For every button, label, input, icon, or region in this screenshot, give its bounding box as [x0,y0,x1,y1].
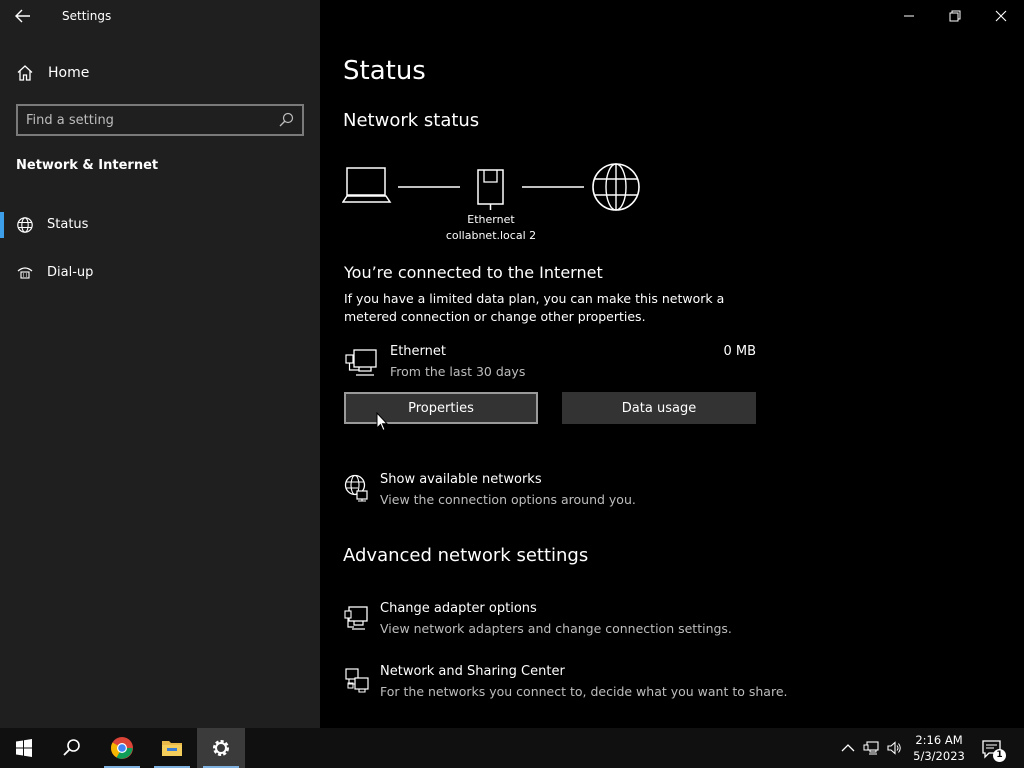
search-icon [63,739,80,756]
link-subtitle: View network adapters and change connect… [380,621,732,636]
page-title: Status [343,56,426,86]
network-tray-button[interactable] [861,728,883,768]
data-usage-button[interactable]: Data usage [562,392,756,424]
connection-name: Ethernet [390,344,446,359]
file-explorer-icon [162,741,182,756]
taskbar: 2:16 AM 5/3/2023 1 [0,728,1024,768]
settings-gear-icon [213,740,229,756]
home-icon [17,65,33,81]
taskbar-search-button[interactable] [48,728,96,768]
windows-start-icon [16,739,32,757]
chevron-up-icon [841,744,855,752]
network-sharing-center-link[interactable]: Network and Sharing Center For the netwo… [344,664,804,708]
home-nav-item[interactable]: Home [0,58,320,88]
ethernet-connection-row: Ethernet From the last 30 days 0 MB [344,342,758,382]
change-adapter-options-link[interactable]: Change adapter options View network adap… [344,601,804,645]
restore-button[interactable] [932,4,978,28]
sidebar-item-label: Dial-up [47,265,94,280]
speaker-icon [887,741,901,755]
close-button[interactable] [978,4,1024,28]
search-box[interactable] [16,104,304,136]
title-bar: Settings [0,0,320,32]
adapter-icon [344,606,368,630]
chrome-icon [111,737,133,759]
selection-indicator [0,212,4,238]
data-usage-value: 0 MB [723,344,756,359]
globe-icon [17,217,33,233]
settings-taskbar-button[interactable] [197,728,245,768]
ethernet-port-icon [477,169,504,210]
advanced-settings-heading: Advanced network settings [343,545,589,566]
connection-status-text: You’re connected to the Internet [344,263,603,282]
sidebar: Settings Home Network & Internet Status … [0,0,320,728]
start-button[interactable] [0,728,48,768]
mouse-cursor-icon [376,412,388,432]
show-hidden-icons-button[interactable] [838,728,856,768]
system-clock[interactable]: 2:16 AM 5/3/2023 [904,732,974,764]
link-title: Show available networks [380,472,542,487]
dialup-icon [17,267,33,279]
section-title: Network & Internet [16,158,159,173]
back-button[interactable] [12,6,34,26]
link-subtitle: View the connection options around you. [380,492,636,507]
back-arrow-icon [15,9,30,23]
main-content: Status Network status Ethernet collabnet… [320,0,1024,728]
sidebar-item-status[interactable]: Status [0,208,320,242]
sidebar-item-dial-up[interactable]: Dial-up [0,256,320,290]
restore-icon [949,10,961,22]
minimize-button[interactable] [886,4,932,28]
link-title: Change adapter options [380,601,537,616]
network-status-heading: Network status [343,110,480,131]
laptop-icon [342,167,392,203]
metered-description: If you have a limited data plan, you can… [344,291,725,324]
notification-count-badge: 1 [993,749,1006,762]
network-globe-icon [344,474,368,502]
search-input[interactable] [26,111,276,129]
diagram-adapter-label: Ethernet [467,213,515,226]
connection-period: From the last 30 days [390,364,526,379]
app-title: Settings [62,9,112,23]
show-available-networks-link[interactable]: Show available networks View the connect… [344,472,804,516]
clock-date: 5/3/2023 [913,749,965,763]
clock-time: 2:16 AM [915,733,963,747]
link-title: Network and Sharing Center [380,664,565,679]
internet-globe-icon [592,163,640,211]
sharing-center-icon [345,668,369,693]
close-icon [995,10,1007,22]
minimize-icon [904,15,914,17]
diagram-network-name: collabnet.local 2 [445,229,537,242]
chrome-taskbar-button[interactable] [98,728,146,768]
sidebar-item-label: Status [47,217,89,232]
properties-button[interactable]: Properties [344,392,538,424]
network-tray-icon [863,741,879,755]
search-icon[interactable] [278,112,294,128]
link-subtitle: For the networks you connect to, decide … [380,684,788,699]
ethernet-adapter-icon [345,349,377,376]
file-explorer-taskbar-button[interactable] [148,728,196,768]
home-label: Home [48,65,90,81]
volume-tray-button[interactable] [884,728,906,768]
